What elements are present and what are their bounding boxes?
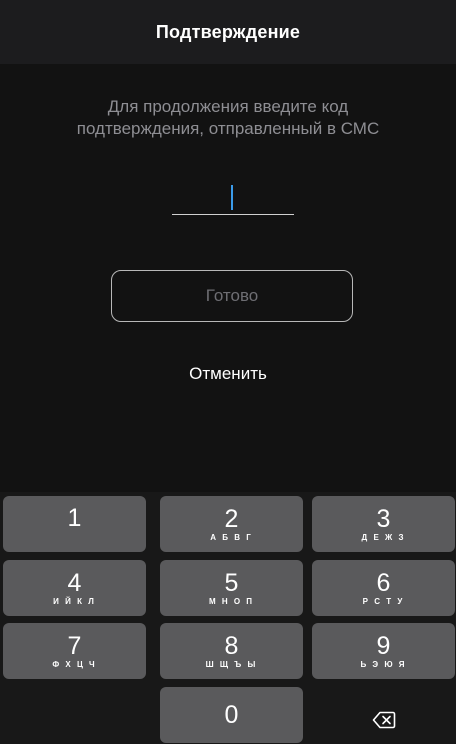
done-button[interactable]: Готово — [111, 270, 353, 322]
key-letters: А Б В Г — [210, 532, 253, 542]
key-digit: 8 — [224, 631, 239, 660]
key-digit: 4 — [67, 568, 82, 597]
key-letters: И Й К Л — [53, 596, 96, 606]
navigation-bar: Подтверждение — [0, 0, 456, 64]
key-9[interactable]: 9 Ь Э Ю Я — [312, 623, 455, 679]
key-letters: Д Е Ж З — [361, 532, 406, 542]
key-4[interactable]: 4 И Й К Л — [3, 560, 146, 616]
instruction-line-1: Для продолжения введите код — [107, 97, 349, 116]
key-letters: Ь Э Ю Я — [360, 659, 407, 669]
text-cursor — [231, 185, 233, 210]
verification-panel: Для продолжения введите код подтверждени… — [0, 64, 456, 492]
key-1[interactable]: 1 — [3, 496, 146, 552]
key-digit: 7 — [67, 631, 82, 660]
cancel-button[interactable]: Отменить — [0, 364, 456, 384]
key-letters: Ф Х Ц Ч — [52, 659, 97, 669]
key-5[interactable]: 5 М Н О П — [160, 560, 303, 616]
key-digit: 0 — [224, 701, 239, 729]
key-digit: 9 — [376, 631, 391, 660]
page-title: Подтверждение — [155, 21, 301, 42]
key-letters: Р С Т У — [362, 596, 405, 606]
key-2[interactable]: 2 А Б В Г — [160, 496, 303, 552]
key-digit: 2 — [224, 504, 239, 533]
key-digit: 5 — [224, 568, 239, 597]
key-0[interactable]: 0 — [160, 687, 303, 743]
key-letters: М Н О П — [208, 596, 255, 606]
instruction-line-2: подтверждения, отправленный в СМС — [76, 119, 380, 138]
key-6[interactable]: 6 Р С Т У — [312, 560, 455, 616]
sms-code-input[interactable] — [172, 179, 294, 215]
delete-key[interactable] — [312, 698, 455, 742]
key-3[interactable]: 3 Д Е Ж З — [312, 496, 455, 552]
instruction-text: Для продолжения введите код подтверждени… — [0, 96, 456, 140]
key-digit: 6 — [376, 568, 391, 597]
key-letters: Ш Щ Ъ Ы — [205, 659, 258, 669]
code-input-underline — [172, 214, 294, 215]
backspace-icon — [372, 711, 395, 729]
key-7[interactable]: 7 Ф Х Ц Ч — [3, 623, 146, 679]
key-digit: 3 — [376, 504, 391, 533]
key-digit: 1 — [67, 504, 82, 532]
key-8[interactable]: 8 Ш Щ Ъ Ы — [160, 623, 303, 679]
